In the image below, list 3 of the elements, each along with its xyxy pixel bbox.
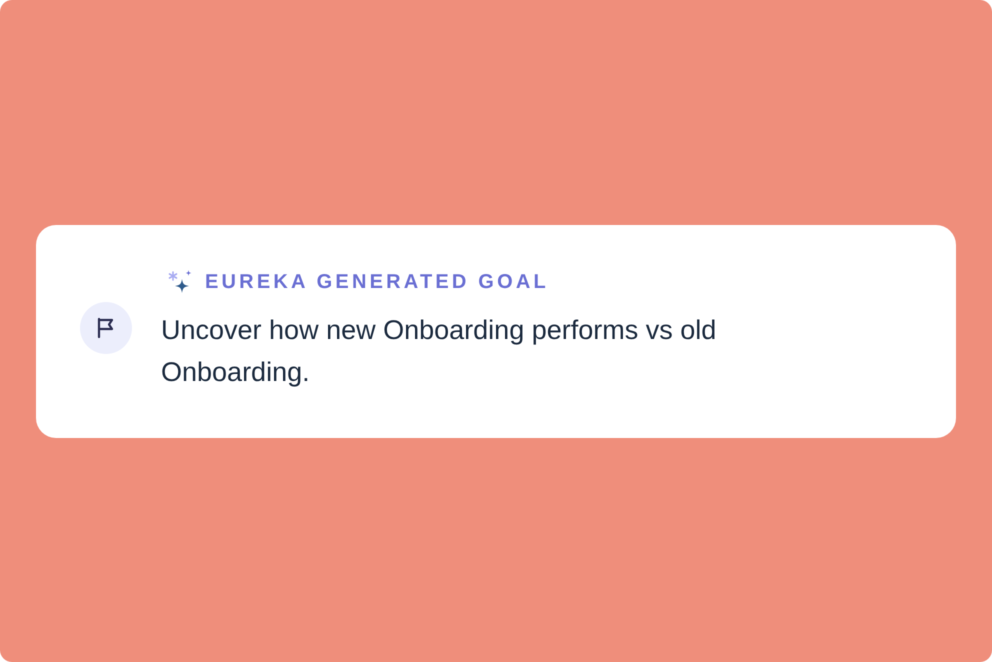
- goal-label: EUREKA GENERATED GOAL: [205, 270, 549, 295]
- flag-icon: [80, 302, 132, 354]
- goal-text: Uncover how new Onboarding performs vs old Onboarding.: [161, 314, 718, 389]
